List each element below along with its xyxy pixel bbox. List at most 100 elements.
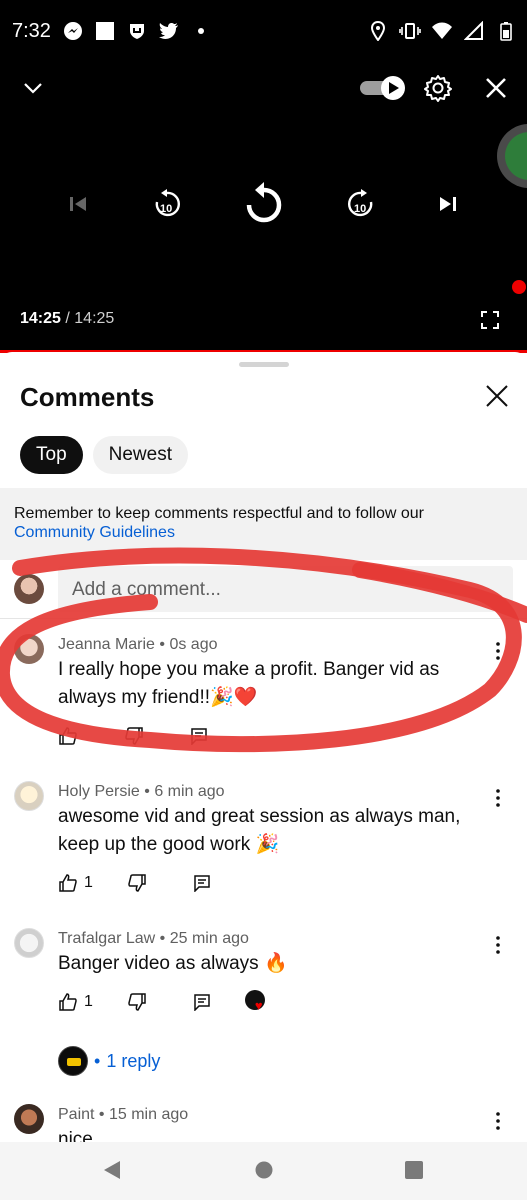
comment-more-icon[interactable] bbox=[490, 787, 506, 809]
meta-separator: • bbox=[155, 930, 170, 947]
previous-icon[interactable] bbox=[68, 194, 88, 219]
square-app-icon bbox=[94, 20, 116, 42]
chip-top[interactable]: Top bbox=[20, 436, 83, 474]
comment-text: Banger video as always 🔥 bbox=[58, 953, 288, 974]
replay-icon[interactable] bbox=[244, 182, 284, 229]
home-circle-icon[interactable] bbox=[254, 1160, 274, 1185]
comment-age: 25 min ago bbox=[169, 930, 249, 947]
more-notifications-dot-icon bbox=[190, 20, 212, 42]
dislike-button[interactable] bbox=[127, 992, 147, 1012]
close-comments-icon[interactable] bbox=[484, 383, 510, 414]
navigation-bar bbox=[0, 1142, 527, 1200]
dislike-button[interactable] bbox=[124, 726, 144, 746]
comment-actions: 1 ♥ bbox=[58, 990, 269, 1014]
video-player[interactable]: 10 10 14:25 / 14:25 bbox=[0, 64, 527, 353]
back-triangle-icon[interactable] bbox=[102, 1160, 122, 1185]
like-button[interactable]: 1 bbox=[58, 992, 93, 1012]
comments-title: Comments bbox=[20, 382, 155, 412]
thumbs-down-icon bbox=[125, 727, 143, 745]
comment-author[interactable]: Paint bbox=[58, 1106, 94, 1123]
progress-scrubber[interactable] bbox=[512, 280, 526, 294]
dislike-button[interactable] bbox=[127, 873, 147, 893]
meta-separator: • bbox=[154, 636, 170, 653]
messenger-icon bbox=[62, 20, 84, 42]
thumbs-up-icon bbox=[59, 727, 77, 745]
fullscreen-icon[interactable] bbox=[480, 310, 500, 335]
comment-age: 15 min ago bbox=[108, 1106, 189, 1123]
forward-10-icon[interactable]: 10 bbox=[346, 188, 376, 225]
comment-meta: Trafalgar Law • 25 min ago bbox=[58, 930, 249, 948]
comment-text: awesome vid and great session as always … bbox=[58, 806, 461, 855]
svg-text:10: 10 bbox=[354, 203, 366, 215]
user-avatar bbox=[14, 574, 44, 604]
divider bbox=[0, 618, 527, 619]
comment-actions: 1 bbox=[58, 871, 257, 895]
autoplay-toggle[interactable] bbox=[360, 75, 406, 101]
creator-avatar bbox=[58, 1046, 88, 1076]
screen: 7:32 10 10 14:25 / 14:25 Comments Top Ne… bbox=[0, 0, 527, 1200]
time-readout: 14:25 / 14:25 bbox=[20, 310, 114, 328]
comment-age: 6 min ago bbox=[154, 783, 225, 800]
reply-comment-icon bbox=[194, 994, 210, 1011]
reply-comment-icon bbox=[194, 875, 210, 892]
commenter-avatar[interactable] bbox=[14, 781, 44, 811]
reply-button[interactable] bbox=[190, 727, 208, 745]
comment-author[interactable]: Holy Persie bbox=[58, 783, 140, 800]
comment-author[interactable]: Jeanna Marie bbox=[58, 636, 155, 653]
next-icon[interactable] bbox=[438, 194, 458, 219]
recents-square-icon[interactable] bbox=[404, 1160, 424, 1185]
time-separator: / bbox=[65, 310, 70, 327]
signal-icon bbox=[463, 20, 485, 42]
view-replies-button[interactable]: • 1 reply bbox=[58, 1046, 160, 1076]
shield-app-icon bbox=[126, 20, 148, 42]
comment-text: I really hope you make a profit. Banger … bbox=[58, 659, 440, 708]
comment-meta: Paint • 15 min ago bbox=[58, 1106, 188, 1124]
thumbs-down-icon bbox=[128, 874, 146, 892]
comment-more-icon[interactable] bbox=[490, 934, 506, 956]
battery-icon bbox=[495, 20, 517, 42]
status-time: 7:32 bbox=[12, 20, 51, 42]
reply-button[interactable] bbox=[193, 993, 211, 1011]
svg-text:10: 10 bbox=[160, 203, 172, 215]
community-guidelines-link[interactable]: Community Guidelines bbox=[14, 523, 513, 542]
like-button[interactable] bbox=[58, 726, 78, 746]
commenter-avatar[interactable] bbox=[14, 928, 44, 958]
add-comment-row: Add a comment... bbox=[0, 566, 527, 620]
creator-heart-badge: ♥ bbox=[244, 990, 269, 1014]
like-button[interactable]: 1 bbox=[58, 873, 93, 893]
duration: 14:25 bbox=[74, 310, 115, 327]
meta-separator: • bbox=[139, 783, 155, 800]
close-player-icon[interactable] bbox=[484, 76, 508, 105]
settings-gear-icon[interactable] bbox=[424, 74, 452, 107]
meta-separator: • bbox=[94, 1106, 109, 1123]
add-comment-input[interactable]: Add a comment... bbox=[58, 566, 513, 612]
comment-more-icon[interactable] bbox=[490, 640, 506, 662]
twitter-icon bbox=[158, 20, 180, 42]
like-count: 1 bbox=[84, 993, 93, 1010]
commenter-avatar[interactable] bbox=[14, 1104, 44, 1134]
floating-chat-bubble[interactable] bbox=[497, 124, 527, 188]
vibrate-icon bbox=[399, 20, 421, 42]
comment-meta: Holy Persie • 6 min ago bbox=[58, 783, 225, 801]
minimize-chevron-down-icon[interactable] bbox=[22, 80, 44, 101]
reply-count: 1 reply bbox=[106, 1050, 161, 1071]
comment-author[interactable]: Trafalgar Law bbox=[58, 930, 155, 947]
guidelines-notice: Remember to keep comments respectful and… bbox=[0, 488, 527, 560]
location-icon bbox=[367, 20, 389, 42]
comment-actions bbox=[58, 724, 254, 748]
comment-age: 0s ago bbox=[169, 636, 218, 653]
reply-button[interactable] bbox=[193, 874, 211, 892]
wifi-icon bbox=[431, 20, 453, 42]
like-count: 1 bbox=[84, 874, 93, 891]
comments-sheet: Comments Top Newest Remember to keep com… bbox=[0, 352, 527, 1200]
current-time: 14:25 bbox=[20, 310, 61, 327]
commenter-avatar[interactable] bbox=[14, 634, 44, 664]
reply-bullet: • bbox=[94, 1050, 101, 1071]
thumbs-up-icon bbox=[59, 874, 77, 892]
comment-more-icon[interactable] bbox=[490, 1110, 506, 1132]
rewind-10-icon[interactable]: 10 bbox=[152, 188, 182, 225]
status-bar: 7:32 bbox=[0, 0, 527, 64]
chip-newest[interactable]: Newest bbox=[92, 436, 188, 474]
reply-comment-icon bbox=[191, 728, 207, 745]
drag-handle[interactable] bbox=[239, 362, 289, 367]
